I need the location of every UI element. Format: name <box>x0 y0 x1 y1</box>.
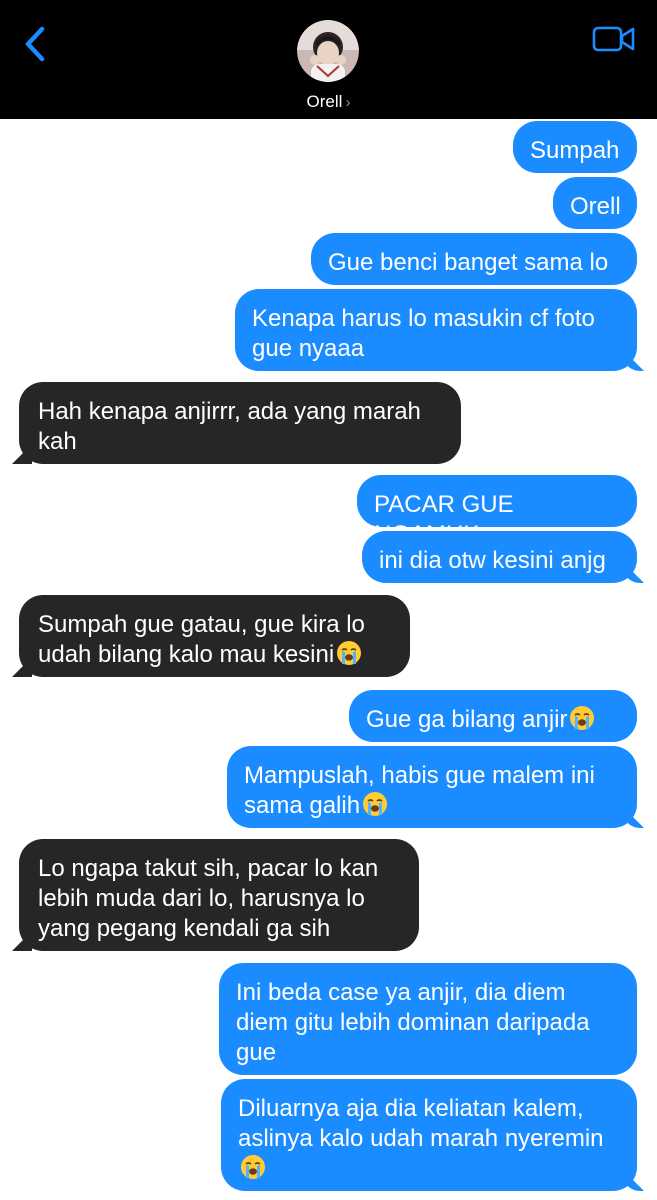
message-text: Ini beda case ya anjir, dia diem diem gi… <box>236 979 590 1066</box>
message-text: Sumpah gue gatau, gue kira lo udah bilan… <box>38 611 365 668</box>
avatar-photo <box>297 20 359 82</box>
loudly-crying-face-icon <box>241 1155 265 1179</box>
message-bubble-incoming[interactable]: Hah kenapa anjirrr, ada yang marah kah <box>19 382 461 464</box>
message-bubble-outgoing[interactable]: PACAR GUE NGAMUK <box>357 475 637 548</box>
contact-name-button[interactable]: Orell › <box>0 92 657 113</box>
message-bubble-incoming[interactable]: Sumpah gue gatau, gue kira lo udah bilan… <box>19 595 410 677</box>
loudly-crying-face-icon <box>337 641 362 665</box>
chevron-left-icon <box>25 26 45 62</box>
contact-name: Orell <box>306 92 343 111</box>
message-text: Mampuslah, habis gue malem ini sama gali… <box>244 762 595 819</box>
message-text: Diluarnya aja dia keliatan kalem, asliny… <box>238 1095 604 1152</box>
message-bubble-outgoing[interactable]: Gue ga bilang anjir <box>349 690 637 742</box>
chat-screen: Orell › Sumpah Orell Gue benci banget sam… <box>0 0 657 1200</box>
message-bubble-outgoing[interactable]: Sumpah <box>513 121 637 173</box>
message-text: ini dia otw kesini anjg <box>379 547 606 574</box>
message-bubble-outgoing[interactable]: Diluarnya aja dia keliatan kalem, asliny… <box>221 1079 637 1191</box>
message-bubble-outgoing[interactable]: Orell <box>553 177 637 229</box>
message-text: Lo ngapa takut sih, pacar lo kan lebih m… <box>38 855 379 942</box>
message-text: Gue ga bilang anjir <box>366 706 568 733</box>
message-text: Hah kenapa anjirrr, ada yang marah kah <box>38 398 421 455</box>
video-call-button[interactable] <box>592 24 636 54</box>
message-bubble-outgoing[interactable]: Mampuslah, habis gue malem ini sama gali… <box>227 746 637 828</box>
message-text: Sumpah <box>530 137 620 164</box>
conversation-header: Orell › <box>0 0 657 119</box>
video-camera-icon <box>592 26 635 52</box>
message-text: Kenapa harus lo masukin cf foto gue nyaa… <box>252 305 595 362</box>
loudly-crying-face-icon <box>570 706 595 730</box>
message-bubble-incoming[interactable]: Lo ngapa takut sih, pacar lo kan lebih m… <box>19 839 419 951</box>
message-bubble-outgoing[interactable]: Kenapa harus lo masukin cf foto gue nyaa… <box>235 289 637 371</box>
back-button[interactable] <box>18 24 54 64</box>
message-text: Orell <box>570 193 621 220</box>
message-bubble-outgoing[interactable]: Ini beda case ya anjir, dia diem diem gi… <box>219 963 637 1075</box>
chevron-right-icon: › <box>345 94 351 111</box>
message-bubble-outgoing[interactable]: Gue benci banget sama lo <box>311 233 637 285</box>
avatar[interactable] <box>297 20 359 82</box>
loudly-crying-face-icon <box>363 792 388 816</box>
message-bubble-outgoing[interactable]: ini dia otw kesini anjg <box>362 531 637 583</box>
message-text: Gue benci banget sama lo <box>328 249 609 276</box>
